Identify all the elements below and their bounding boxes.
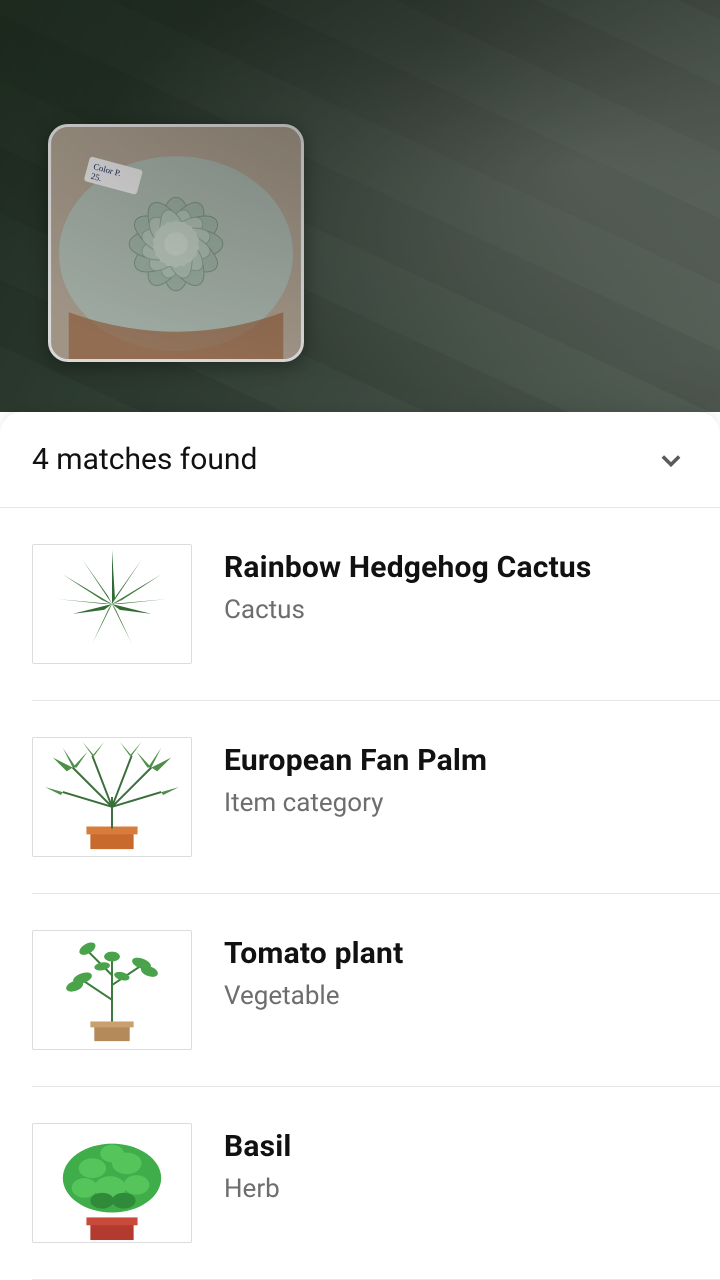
results-list: Rainbow Hedgehog Cactus Cactus: [0, 508, 720, 1280]
plant-icon: [33, 931, 191, 1049]
result-title: Tomato plant: [224, 936, 403, 971]
collapse-button[interactable]: [654, 443, 688, 477]
result-meta: European Fan Palm Item category: [192, 737, 487, 818]
result-subtitle: Vegetable: [224, 981, 403, 1011]
list-item[interactable]: Rainbow Hedgehog Cactus Cactus: [32, 508, 720, 701]
result-subtitle: Herb: [224, 1174, 292, 1204]
result-title: Basil: [224, 1129, 292, 1164]
svg-text:25.: 25.: [90, 171, 103, 183]
list-item[interactable]: European Fan Palm Item category: [32, 701, 720, 894]
results-count-label: 4 matches found: [32, 442, 257, 477]
succulent-icon: Color P. 25.: [51, 127, 301, 359]
result-title: Rainbow Hedgehog Cactus: [224, 550, 592, 585]
plant-icon: [33, 738, 191, 856]
result-subtitle: Item category: [224, 788, 487, 818]
plant-icon: [33, 545, 191, 663]
result-thumbnail: [32, 737, 192, 857]
svg-text:Color P.: Color P.: [92, 161, 122, 178]
chevron-down-icon: [657, 446, 685, 474]
results-header: 4 matches found: [0, 412, 720, 508]
list-item[interactable]: Tomato plant Vegetable: [32, 894, 720, 1087]
result-thumbnail: [32, 1123, 192, 1243]
result-title: European Fan Palm: [224, 743, 487, 778]
result-meta: Rainbow Hedgehog Cactus Cactus: [192, 544, 592, 625]
list-item[interactable]: Basil Herb: [32, 1087, 720, 1280]
results-sheet: 4 matches found: [0, 412, 720, 1280]
plant-icon: [33, 1124, 191, 1242]
result-meta: Tomato plant Vegetable: [192, 930, 403, 1011]
hero-background: Color P. 25.: [0, 0, 720, 412]
result-meta: Basil Herb: [192, 1123, 292, 1204]
query-image-thumbnail[interactable]: Color P. 25.: [48, 124, 304, 362]
result-subtitle: Cactus: [224, 595, 592, 625]
result-thumbnail: [32, 544, 192, 664]
result-thumbnail: [32, 930, 192, 1050]
